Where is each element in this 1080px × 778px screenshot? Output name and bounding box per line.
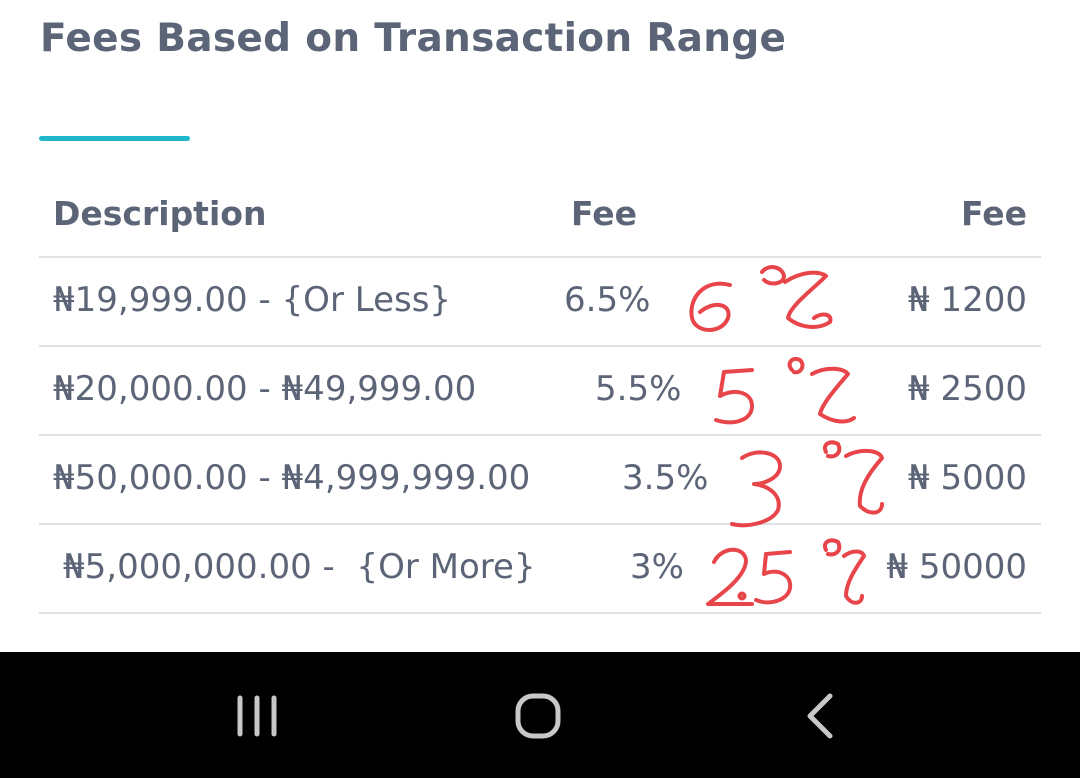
table-row: ₦19,999.00 - {Or Less} 6.5% ₦ 1200 [39, 258, 1041, 347]
row-flat-fee: ₦ 2500 [908, 369, 1027, 409]
table-row: ₦5,000,000.00 - {Or More} 3% ₦ 50000 [39, 525, 1041, 614]
system-navigation-bar [0, 652, 1080, 778]
table-row: ₦20,000.00 - ₦49,999.00 5.5% ₦ 2500 [39, 347, 1041, 436]
row-description: ₦20,000.00 - ₦49,999.00 [53, 369, 477, 409]
title-accent-underline [39, 136, 190, 141]
fee-table: Description Fee Fee ₦19,999.00 - {Or Les… [39, 170, 1041, 614]
back-button[interactable] [780, 682, 860, 752]
row-description: ₦5,000,000.00 - {Or More} [63, 547, 536, 587]
table-row: ₦50,000.00 - ₦4,999,999.00 3.5% ₦ 5000 [39, 436, 1041, 525]
recents-button[interactable] [218, 682, 298, 752]
row-percent-fee: 5.5% [595, 369, 682, 409]
header-percent-fee: Fee [571, 194, 637, 233]
header-description: Description [53, 194, 267, 233]
table-header-row: Description Fee Fee [39, 170, 1041, 258]
recents-icon [237, 695, 277, 737]
row-flat-fee: ₦ 50000 [886, 547, 1027, 587]
row-description: ₦19,999.00 - {Or Less} [53, 280, 452, 320]
fees-screen: Fees Based on Transaction Range Descript… [0, 0, 1080, 778]
row-percent-fee: 3.5% [622, 458, 709, 498]
row-flat-fee: ₦ 1200 [908, 280, 1027, 320]
home-icon [515, 693, 561, 739]
row-percent-fee: 6.5% [564, 280, 651, 320]
home-button[interactable] [498, 682, 578, 752]
page-title: Fees Based on Transaction Range [40, 16, 787, 61]
header-flat-fee: Fee [961, 194, 1027, 233]
row-flat-fee: ₦ 5000 [908, 458, 1027, 498]
row-percent-fee: 3% [630, 547, 684, 587]
back-icon [807, 693, 833, 739]
row-description: ₦50,000.00 - ₦4,999,999.00 [53, 458, 531, 498]
